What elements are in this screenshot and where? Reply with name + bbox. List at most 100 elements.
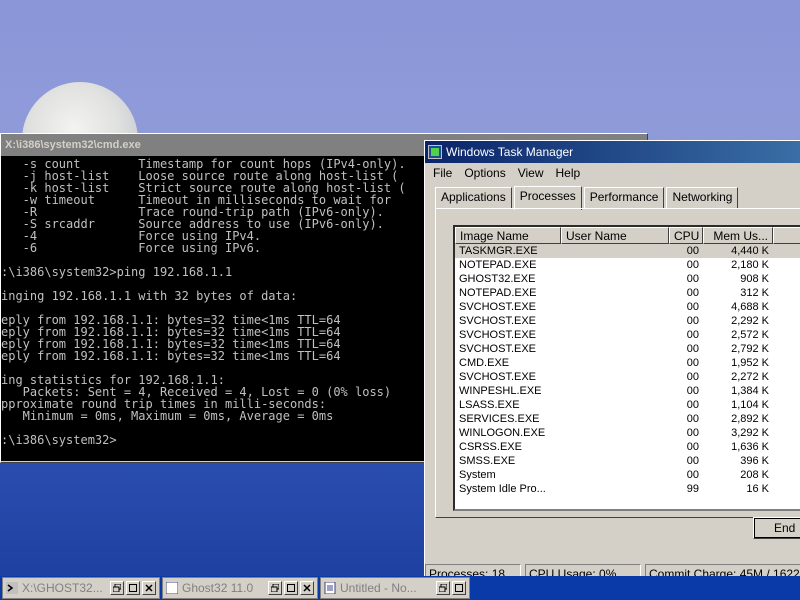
- restore-icon[interactable]: [436, 581, 450, 595]
- menu-view[interactable]: View: [512, 166, 550, 180]
- process-cpu: 00: [686, 273, 699, 285]
- table-row[interactable]: TASKMGR.EXE 00 4,440 K: [455, 244, 800, 258]
- process-user-name: [561, 342, 669, 356]
- console-line: Minimum = 0ms, Maximum = 0ms, Average = …: [1, 409, 334, 423]
- process-image-name: NOTEPAD.EXE: [459, 287, 537, 299]
- table-row[interactable]: SVCHOST.EXE 00 2,272 K: [455, 370, 800, 384]
- maximize-icon[interactable]: [126, 581, 140, 595]
- table-row[interactable]: SMSS.EXE 00 396 K: [455, 454, 800, 468]
- restore-icon[interactable]: [110, 581, 124, 595]
- process-image-name: SMSS.EXE: [459, 455, 516, 467]
- menu-help[interactable]: Help: [550, 166, 587, 180]
- console-line: inging 192.168.1.1 with 32 bytes of data…: [1, 289, 298, 303]
- process-user-name: [561, 412, 669, 426]
- close-icon[interactable]: [300, 581, 314, 595]
- process-cpu: 00: [686, 329, 699, 341]
- maximize-icon[interactable]: [452, 581, 466, 595]
- process-mem-usage: 2,272 K: [731, 371, 769, 383]
- table-row[interactable]: System 00 208 K: [455, 468, 800, 482]
- table-row[interactable]: SERVICES.EXE 00 2,892 K: [455, 412, 800, 426]
- process-image-name: NOTEPAD.EXE: [459, 259, 537, 271]
- tab-networking[interactable]: Networking: [666, 187, 739, 209]
- menu-options[interactable]: Options: [458, 166, 511, 180]
- process-mem-usage: 16 K: [746, 483, 769, 495]
- process-user-name: [561, 286, 669, 300]
- process-user-name: [561, 468, 669, 482]
- table-row[interactable]: SVCHOST.EXE 00 4,688 K: [455, 300, 800, 314]
- column-mem-usage[interactable]: Mem Us...: [703, 227, 773, 244]
- process-mem-usage: 4,688 K: [731, 301, 769, 313]
- column-user-name[interactable]: User Name: [561, 227, 669, 244]
- table-row[interactable]: NOTEPAD.EXE 00 2,180 K: [455, 258, 800, 272]
- process-cpu: 00: [686, 385, 699, 397]
- process-cpu: 00: [686, 427, 699, 439]
- table-row[interactable]: System Idle Pro... 99 16 K: [455, 482, 800, 496]
- task-manager-titlebar[interactable]: Windows Task Manager: [425, 141, 800, 163]
- column-cpu[interactable]: CPU: [669, 227, 703, 244]
- process-mem-usage: 2,292 K: [731, 315, 769, 327]
- process-user-name: [561, 440, 669, 454]
- tab-performance[interactable]: Performance: [583, 187, 665, 209]
- cmd-console[interactable]: -s count Timestamp for count hops (IPv4-…: [1, 156, 421, 461]
- console-line: :\i386\system32>: [1, 433, 117, 447]
- process-image-name: SVCHOST.EXE: [459, 343, 537, 355]
- process-cpu: 00: [686, 441, 699, 453]
- process-list[interactable]: Image Name User Name CPU Mem Us... TASKM…: [453, 225, 800, 511]
- table-row[interactable]: SVCHOST.EXE 00 2,792 K: [455, 342, 800, 356]
- taskbar: X:\GHOST32... Ghost32 11.0 Untitled - No…: [0, 576, 800, 600]
- menu-file[interactable]: File: [427, 166, 458, 180]
- taskbar-item-cmd[interactable]: X:\GHOST32...: [2, 577, 160, 599]
- process-cpu: 00: [686, 413, 699, 425]
- process-mem-usage: 1,104 K: [731, 399, 769, 411]
- tab-processes[interactable]: Processes: [513, 186, 582, 210]
- process-user-name: [561, 356, 669, 370]
- process-image-name: LSASS.EXE: [459, 399, 520, 411]
- table-row[interactable]: SVCHOST.EXE 00 2,572 K: [455, 328, 800, 342]
- process-rows: TASKMGR.EXE 00 4,440 K NOTEPAD.EXE 00 2,180 K…: [455, 244, 800, 496]
- process-mem-usage: 3,292 K: [731, 427, 769, 439]
- table-row[interactable]: CMD.EXE 00 1,952 K: [455, 356, 800, 370]
- taskbar-item-notepad[interactable]: Untitled - No...: [320, 577, 470, 599]
- process-cpu: 00: [686, 287, 699, 299]
- process-mem-usage: 908 K: [740, 273, 769, 285]
- process-image-name: SERVICES.EXE: [459, 413, 540, 425]
- table-row[interactable]: SVCHOST.EXE 00 2,292 K: [455, 314, 800, 328]
- table-row[interactable]: CSRSS.EXE 00 1,636 K: [455, 440, 800, 454]
- cmd-app-icon: [6, 582, 18, 594]
- restore-icon[interactable]: [268, 581, 282, 595]
- table-row[interactable]: GHOST32.EXE 00 908 K: [455, 272, 800, 286]
- end-process-button[interactable]: End: [753, 517, 800, 539]
- process-mem-usage: 2,792 K: [731, 343, 769, 355]
- ghost-app-icon: [166, 582, 178, 594]
- table-row[interactable]: NOTEPAD.EXE 00 312 K: [455, 286, 800, 300]
- process-cpu: 99: [686, 483, 699, 495]
- taskbar-item-label: X:\GHOST32...: [22, 581, 103, 595]
- console-line: -6 Force using IPv6.: [1, 241, 262, 255]
- table-row[interactable]: WINPESHL.EXE 00 1,384 K: [455, 384, 800, 398]
- process-cpu: 00: [686, 245, 699, 257]
- taskbar-item-ghost32[interactable]: Ghost32 11.0: [162, 577, 318, 599]
- maximize-icon[interactable]: [284, 581, 298, 595]
- notepad-app-icon: [324, 582, 336, 594]
- process-cpu: 00: [686, 343, 699, 355]
- table-row[interactable]: WINLOGON.EXE 00 3,292 K: [455, 426, 800, 440]
- cmd-window-title: X:\i386\system32\cmd.exe: [5, 139, 141, 151]
- close-icon[interactable]: [142, 581, 156, 595]
- process-cpu: 00: [686, 301, 699, 313]
- process-cpu: 00: [686, 455, 699, 467]
- process-mem-usage: 312 K: [740, 287, 769, 299]
- task-manager-window[interactable]: Windows Task Manager File Options View H…: [424, 140, 800, 585]
- process-list-header: Image Name User Name CPU Mem Us...: [455, 227, 800, 244]
- process-image-name: SVCHOST.EXE: [459, 301, 537, 313]
- menu-bar: File Options View Help: [425, 163, 800, 183]
- process-mem-usage: 1,384 K: [731, 385, 769, 397]
- process-mem-usage: 2,892 K: [731, 413, 769, 425]
- process-user-name: [561, 454, 669, 468]
- process-mem-usage: 2,572 K: [731, 329, 769, 341]
- process-mem-usage: 1,952 K: [731, 357, 769, 369]
- table-row[interactable]: LSASS.EXE 00 1,104 K: [455, 398, 800, 412]
- tab-applications[interactable]: Applications: [435, 187, 512, 209]
- process-image-name: GHOST32.EXE: [459, 273, 536, 285]
- column-image-name[interactable]: Image Name: [455, 227, 561, 244]
- tab-strip: Applications Processes Performance Netwo…: [435, 186, 740, 210]
